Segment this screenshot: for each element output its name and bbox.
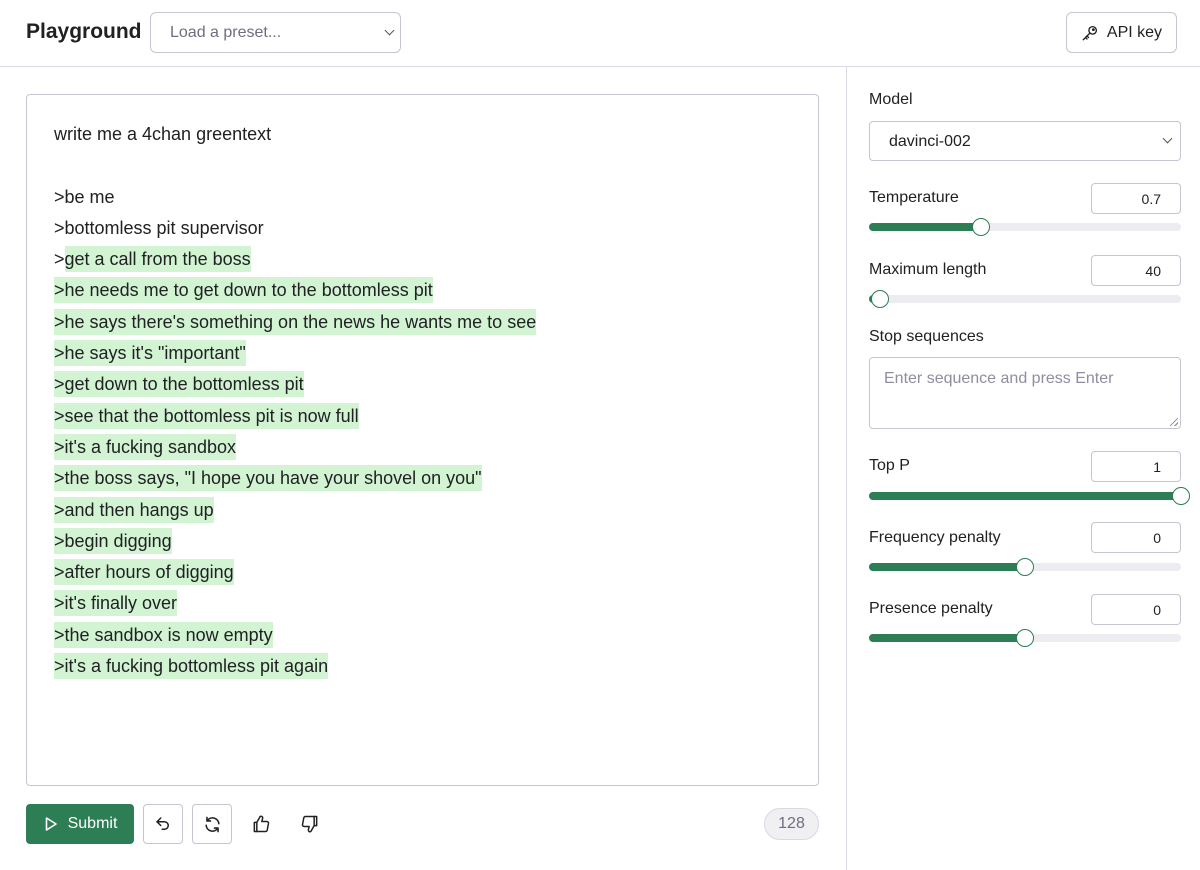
completion-text: >the sandbox is now empty: [54, 621, 273, 648]
completion-text: >get down to the bottomless pit: [54, 371, 304, 398]
stop-sequences-label: Stop sequences: [869, 328, 984, 345]
prompt-text: >bottomless pit supervisor: [54, 217, 264, 238]
completion-text: >begin digging: [54, 527, 172, 554]
stop-sequences-input[interactable]: Enter sequence and press Enter: [869, 357, 1181, 429]
completion-text: >it's a fucking bottomless pit again: [54, 653, 329, 680]
presence-penalty-slider[interactable]: [869, 629, 1181, 647]
undo-button[interactable]: [143, 804, 183, 844]
temperature-slider[interactable]: [869, 218, 1181, 236]
temperature-slider-thumb[interactable]: [972, 218, 991, 236]
model-label: Model: [869, 91, 913, 108]
chevron-down-icon: [1162, 133, 1173, 144]
thumbs-up-icon: [253, 815, 270, 833]
editor-line: >it's a fucking sandbox: [54, 432, 536, 463]
completion-text: get a call from the boss: [64, 246, 251, 273]
header-bar: Playground Load a preset... API key: [0, 0, 1200, 67]
presence-penalty-input[interactable]: 0: [1091, 594, 1181, 625]
panel-divider: [846, 67, 847, 870]
temperature-slider-fill: [869, 223, 982, 231]
frequency-penalty-input[interactable]: 0: [1091, 522, 1181, 553]
editor-line: >begin digging: [54, 526, 536, 557]
bottom-toolbar: Submit 128: [26, 804, 819, 845]
editor-line: >it's a fucking bottomless pit again: [54, 651, 536, 682]
top-p-label: Top P: [869, 457, 910, 474]
regenerate-button[interactable]: [192, 804, 232, 844]
completion-text: >after hours of digging: [54, 559, 234, 586]
top-p-slider-thumb[interactable]: [1172, 487, 1190, 505]
top-p-slider[interactable]: [869, 487, 1190, 505]
api-key-label: API key: [1106, 23, 1163, 41]
editor-line: >get a call from the boss: [54, 244, 536, 275]
prompt-text: write me a 4chan greentext: [54, 124, 272, 144]
completion-text: >it's finally over: [54, 590, 177, 617]
editor-line: write me a 4chan greentext: [54, 119, 536, 150]
editor-line: >it's finally over: [54, 588, 536, 619]
max-length-label: Maximum length: [869, 261, 987, 278]
frequency-penalty-label: Frequency penalty: [869, 529, 1001, 546]
completion-text: >and then hangs up: [54, 496, 214, 523]
stop-sequences-placeholder: Enter sequence and press Enter: [884, 370, 1114, 387]
max-length-slider[interactable]: [869, 290, 1181, 308]
temperature-label: Temperature: [869, 189, 959, 206]
thumbs-up-button[interactable]: [241, 804, 281, 844]
play-icon: [45, 817, 57, 831]
submit-button[interactable]: Submit: [26, 804, 134, 844]
editor-line: >bottomless pit supervisor: [54, 213, 536, 244]
resize-handle-icon[interactable]: [1170, 418, 1178, 426]
max-length-input[interactable]: 40: [1091, 255, 1181, 286]
key-icon: [1082, 25, 1097, 40]
editor-line: >the sandbox is now empty: [54, 620, 536, 651]
editor-line: >get down to the bottomless pit: [54, 369, 536, 400]
api-key-button[interactable]: API key: [1066, 12, 1177, 53]
submit-label: Submit: [67, 815, 118, 832]
thumbs-down-icon: [301, 815, 318, 833]
editor-line: >he needs me to get down to the bottomle…: [54, 275, 536, 306]
token-count-badge: 128: [764, 808, 819, 840]
prompt-text: >be me: [54, 186, 115, 207]
presence-penalty-slider-fill: [869, 634, 1025, 642]
completion-text: >he needs me to get down to the bottomle…: [54, 277, 433, 304]
editor-line: >he says there's something on the news h…: [54, 307, 537, 338]
presence-penalty-slider-thumb[interactable]: [1016, 629, 1034, 647]
editor-line: >after hours of digging: [54, 557, 536, 588]
editor-line: >be me: [54, 182, 536, 213]
top-p-input[interactable]: 1: [1091, 451, 1181, 482]
max-length-slider-thumb[interactable]: [870, 290, 889, 308]
preset-placeholder: Load a preset...: [170, 24, 282, 41]
frequency-penalty-slider[interactable]: [869, 558, 1181, 576]
regenerate-icon: [204, 816, 220, 832]
completion-text: >it's a fucking sandbox: [54, 433, 237, 460]
prompt-text: >: [54, 249, 65, 270]
undo-icon: [156, 817, 169, 830]
prompt-editor[interactable]: write me a 4chan greentext >be me >bottoml…: [26, 94, 819, 786]
model-select[interactable]: davinci-002: [869, 121, 1181, 161]
top-p-slider-fill: [869, 492, 1181, 500]
preset-select[interactable]: Load a preset...: [150, 12, 401, 53]
editor-line: >see that the bottomless pit is now full: [54, 401, 536, 432]
editor-line: >the boss says, "I hope you have your sh…: [54, 463, 536, 494]
editor-line: >and then hangs up: [54, 495, 536, 526]
thumbs-down-button[interactable]: [290, 804, 330, 844]
completion-text: >he says it's "important": [54, 340, 246, 367]
chevron-down-icon: [384, 25, 395, 36]
completion-text: >see that the bottomless pit is now full: [54, 402, 359, 429]
completion-text: >he says there's something on the news h…: [54, 308, 537, 335]
editor-line: >he says it's "important": [54, 338, 536, 369]
completion-text: >the boss says, "I hope you have your sh…: [54, 465, 482, 492]
temperature-input[interactable]: 0.7: [1091, 183, 1181, 214]
frequency-penalty-slider-fill: [869, 563, 1025, 571]
app-title: Playground: [26, 20, 142, 43]
frequency-penalty-slider-thumb[interactable]: [1016, 558, 1034, 576]
editor-text: write me a 4chan greentext >be me >bottoml…: [54, 119, 537, 682]
model-value: davinci-002: [889, 133, 971, 150]
presence-penalty-label: Presence penalty: [869, 600, 993, 617]
